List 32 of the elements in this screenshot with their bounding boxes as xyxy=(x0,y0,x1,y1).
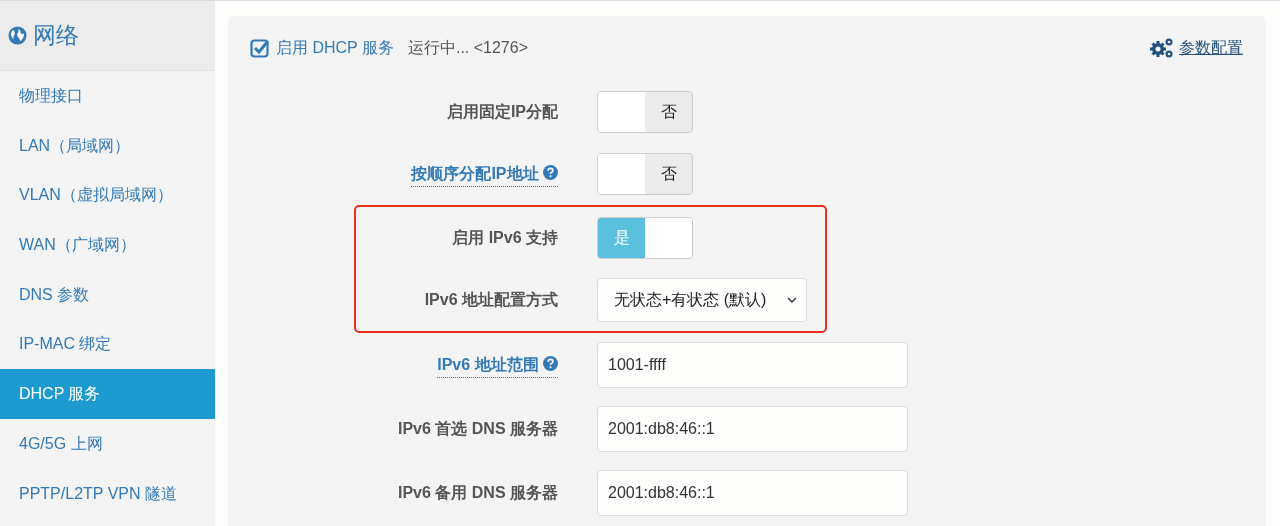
checkbox-icon xyxy=(250,38,270,58)
select-field[interactable]: 无状态+有状态 (默认) xyxy=(597,278,807,322)
sidebar-title: 网络 xyxy=(33,21,79,51)
settings-link[interactable]: 参数配置 xyxy=(1149,36,1243,60)
field-label: 启用 IPv6 支持 xyxy=(452,228,558,248)
field-label[interactable]: IPv6 地址范围 xyxy=(437,352,558,378)
field-label: 启用固定IP分配 xyxy=(446,102,558,122)
field-label[interactable]: 按顺序分配IP地址 xyxy=(411,161,558,187)
toggle-switch[interactable]: 否 xyxy=(597,91,693,133)
sidebar-item[interactable]: IP-MAC 绑定 xyxy=(0,319,215,370)
input-field[interactable]: 1001-ffff xyxy=(597,342,908,388)
toggle-switch[interactable]: 否 xyxy=(597,153,693,195)
input-field[interactable]: 2001:db8:46::1 xyxy=(597,406,908,452)
help-icon xyxy=(543,355,558,371)
input-field[interactable]: 2001:db8:46::1 xyxy=(597,470,908,516)
sidebar-item[interactable]: LAN（局域网） xyxy=(0,120,215,171)
sidebar-item[interactable]: DHCP 服务 xyxy=(0,369,215,419)
sidebar-item[interactable]: DNS 参数 xyxy=(0,269,215,320)
field-label: IPv6 备用 DNS 服务器 xyxy=(397,483,558,503)
status-text: 运行中... <1276> xyxy=(407,38,528,58)
gears-icon xyxy=(1149,37,1175,59)
sidebar-item[interactable]: 物理接口 xyxy=(0,71,215,121)
sidebar-item[interactable]: 4G/5G 上网 xyxy=(0,418,215,469)
globe-icon xyxy=(8,26,27,45)
field-label: IPv6 首选 DNS 服务器 xyxy=(397,419,558,439)
enable-service-checkbox[interactable]: 启用 DHCP 服务 xyxy=(250,36,394,60)
field-label: IPv6 地址配置方式 xyxy=(424,290,558,310)
chevron-down-icon xyxy=(786,296,798,304)
sidebar-item[interactable]: WAN（广域网） xyxy=(0,220,215,270)
help-icon xyxy=(543,164,558,180)
sidebar-item[interactable]: VLAN（虚拟局域网） xyxy=(0,170,215,221)
sidebar-item[interactable]: PPTP/L2TP VPN 隧道 xyxy=(0,468,215,519)
